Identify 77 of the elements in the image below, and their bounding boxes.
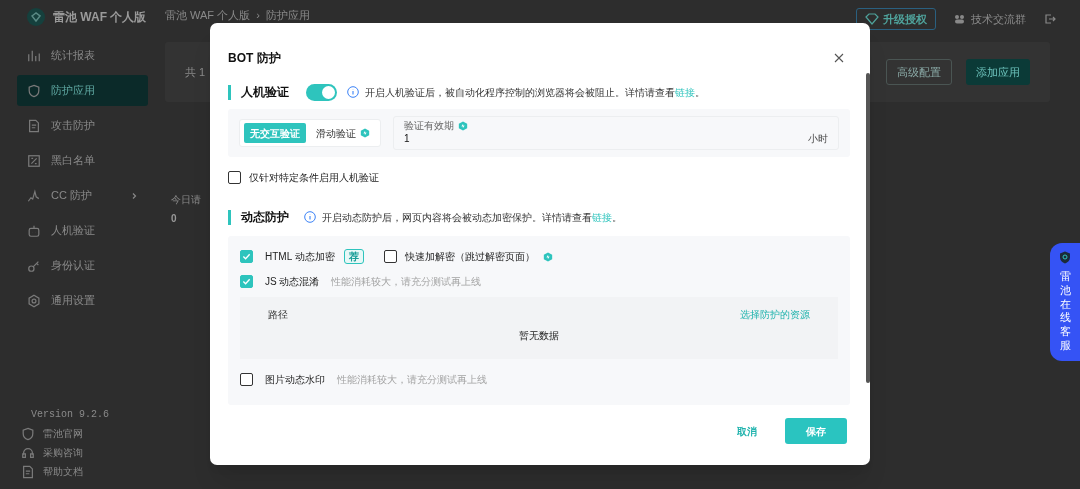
info-icon: [347, 86, 359, 98]
robot-icon: [27, 223, 41, 238]
pro-icon: [542, 251, 553, 262]
logo-icon: [27, 8, 45, 26]
select-resource-link[interactable]: 选择防护的资源: [740, 307, 810, 322]
hint-text: 性能消耗较大，请充分测试再上线: [337, 373, 487, 387]
footer-link[interactable]: 帮助文档: [43, 464, 83, 479]
save-button[interactable]: 保存: [785, 418, 847, 444]
close-icon[interactable]: [834, 53, 844, 63]
breadcrumb-item[interactable]: 雷池 WAF 个人版: [165, 9, 251, 21]
checkbox[interactable]: [383, 250, 397, 263]
dialog-title: BOT 防护: [228, 50, 281, 67]
description: 开启人机验证后，被自动化程序控制的浏览器将会被阻止。详情请查看链接。: [365, 85, 705, 100]
pro-icon: [360, 128, 370, 138]
support-label: 雷池在线客服: [1059, 270, 1071, 353]
sidebar-item[interactable]: 身份认证: [17, 250, 148, 281]
pro-icon: [458, 121, 468, 131]
community-link[interactable]: 技术交流群: [971, 10, 1026, 28]
checkbox-label: 快速加解密（跳过解密页面）: [404, 250, 535, 264]
column-header: 路径: [268, 308, 288, 322]
document-icon: [27, 118, 41, 133]
checkbox-label: 仅针对特定条件启用人机验证: [249, 171, 379, 185]
checkmark-icon: [242, 252, 251, 261]
checkbox[interactable]: [240, 275, 253, 288]
shield-icon: [21, 426, 35, 441]
diamond-icon: [865, 13, 879, 25]
checkbox-label: JS 动态混淆: [265, 275, 320, 289]
toolbar-button[interactable]: 添加应用: [966, 59, 1030, 85]
checkbox-label: HTML 动态加密: [265, 250, 335, 264]
validity-field[interactable]: 验证有效期 1 小时: [393, 116, 839, 150]
support-tab[interactable]: 雷池在线客服: [1050, 243, 1080, 361]
description: 开启动态防护后，网页内容将会被动态加密保护。详情请查看链接。: [322, 210, 622, 225]
version-label: Version 9.2.6: [30, 408, 110, 422]
link[interactable]: 链接: [592, 211, 612, 223]
info-icon: [304, 211, 316, 223]
group-icon: [954, 14, 965, 24]
checkbox[interactable]: [240, 250, 253, 263]
app-name: 雷池 WAF 个人版: [53, 9, 147, 26]
checkmark-icon: [242, 277, 251, 286]
empty-message: 暂无数据: [519, 329, 559, 343]
list-icon: [27, 153, 41, 168]
chevron-icon: [130, 191, 138, 200]
sidebar-item[interactable]: 攻击防护: [17, 110, 148, 141]
checkbox-label: 图片动态水印: [265, 373, 325, 387]
link[interactable]: 链接: [675, 86, 695, 98]
shield-icon: [1059, 251, 1071, 264]
section-title: 动态防护: [241, 209, 289, 226]
stat-value: 0: [171, 212, 177, 226]
logout-icon[interactable]: [1044, 13, 1056, 25]
footer-link[interactable]: 采购咨询: [43, 445, 83, 460]
shield-icon: [27, 83, 41, 98]
document-icon: [21, 464, 35, 479]
checkbox[interactable]: [228, 171, 241, 184]
stat-label: 今日请: [171, 193, 201, 207]
toolbar-button[interactable]: 高级配置: [886, 59, 952, 85]
sidebar-item[interactable]: 通用设置: [17, 285, 148, 316]
breadcrumb-item: 防护应用: [265, 9, 310, 21]
sidebar-item[interactable]: 黑白名单: [17, 145, 148, 176]
toggle-switch[interactable]: [306, 83, 337, 101]
chart-icon: [27, 48, 41, 63]
sidebar-item[interactable]: 防护应用: [17, 75, 148, 106]
section-title: 人机验证: [241, 84, 289, 101]
cancel-button[interactable]: 取消: [737, 423, 757, 439]
mode-option[interactable]: 无交互验证: [244, 123, 306, 143]
recommend-tag: 荐: [343, 249, 364, 264]
breadcrumb-separator: ›: [256, 9, 260, 21]
checkbox[interactable]: [240, 373, 253, 386]
hint-text: 性能消耗较大，请充分测试再上线: [331, 275, 482, 289]
pulse-icon: [27, 188, 41, 203]
sidebar-item[interactable]: 统计报表: [17, 40, 148, 71]
sidebar-item[interactable]: CC 防护: [17, 180, 148, 211]
app-count: 共 1: [185, 64, 206, 80]
sidebar-item[interactable]: 人机验证: [17, 215, 148, 246]
headset-icon: [21, 445, 35, 460]
mode-option[interactable]: 滑动验证: [310, 123, 376, 143]
footer-link[interactable]: 雷池官网: [43, 426, 83, 441]
settings-icon: [27, 293, 41, 308]
